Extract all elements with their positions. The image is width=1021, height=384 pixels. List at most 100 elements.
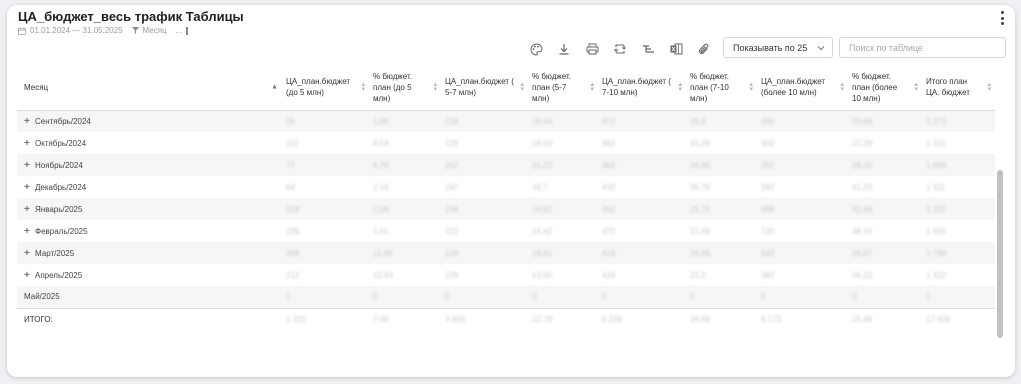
value-cell: 252 — [445, 160, 459, 170]
value-cell: 112 — [286, 138, 299, 148]
table-toolbar — [527, 39, 723, 59]
search-input[interactable] — [839, 37, 1006, 58]
value-cell: 2,59 — [373, 204, 389, 214]
value-cell: 228 — [445, 270, 459, 280]
month-label: Декабрь/2024 — [35, 182, 87, 192]
column-header[interactable]: ЦА_план.бюджет ( 5-7 млн) ▴ ▾ — [441, 65, 528, 111]
widget-subtitle: 01.01.2024 — 31.05.2025 Месяц ... — [18, 26, 188, 35]
table-row[interactable]: + Ноябрь/2024 77 6,76 252 21,22 462 34,48 352 28,… — [17, 154, 995, 176]
data-table: Месяц ▲ ЦА_план.бюджет (до 5 млн) ▴ ▾ % бюд… — [17, 65, 995, 330]
total-value-cell: 6 172 — [761, 314, 782, 324]
print-icon[interactable] — [583, 40, 601, 58]
value-cell: 432 — [602, 182, 616, 192]
kebab-menu-icon[interactable] — [999, 11, 1005, 25]
table-row[interactable]: Май/2025 0 0 0 0 0 0 0 0 0 — [17, 286, 995, 308]
value-cell: 0 — [761, 292, 766, 302]
value-cell: 302 — [761, 138, 775, 148]
attach-icon[interactable] — [695, 40, 713, 58]
sort-icon: ▴ ▾ — [987, 81, 991, 94]
expand-icon[interactable]: + — [24, 226, 33, 237]
value-cell: 21,22 — [532, 160, 553, 170]
table-row[interactable]: + Март/2025 208 11,48 228 16,41 424 26,26 642 26,… — [17, 242, 995, 264]
column-header[interactable]: Месяц ▲ — [17, 65, 282, 111]
total-value-cell: 25,46 — [852, 314, 873, 324]
palette-icon[interactable] — [527, 40, 545, 58]
value-cell: 382 — [761, 270, 775, 280]
value-cell: 26,26 — [690, 248, 711, 258]
value-cell: 720 — [761, 226, 775, 236]
month-label: Апрель/2025 — [35, 270, 83, 280]
value-cell: 35,78 — [690, 182, 711, 192]
sort-icon: ▴ ▾ — [749, 81, 753, 94]
value-cell: 0 — [373, 292, 378, 302]
value-cell: 1 311 — [926, 182, 946, 192]
sort-icon: ▴ ▾ — [840, 81, 844, 94]
value-cell: 0 — [852, 292, 857, 302]
column-header[interactable]: ЦА_план.бюджет (до 5 млн) ▴ ▾ — [282, 65, 369, 111]
column-header[interactable]: ЦА_план.бюджет ( 7-10 млн) ▴ ▾ — [598, 65, 686, 111]
month-cell: + Март/2025 — [17, 242, 282, 264]
vertical-scrollbar-thumb[interactable] — [997, 170, 1003, 338]
table-row[interactable]: + Октябрь/2024 112 8,54 228 18,59 462 33,29 302 2… — [17, 132, 995, 154]
expand-icon[interactable]: + — [24, 270, 33, 281]
expand-icon[interactable]: + — [24, 248, 33, 259]
widget-card: ЦА_бюджет_весь трафик Таблицы 01.01.2024… — [7, 5, 1015, 377]
value-cell: 8,54 — [373, 138, 389, 148]
value-cell: 0 — [926, 292, 931, 302]
value-cell: 25,75 — [690, 204, 711, 214]
value-cell: 13,55 — [532, 270, 553, 280]
value-cell: 28,32 — [852, 160, 873, 170]
value-cell: 228 — [445, 116, 459, 126]
expand-icon[interactable]: + — [24, 160, 33, 171]
column-header[interactable]: % бюджет. план (до 5 млн) ▴ ▾ — [369, 65, 441, 111]
column-header[interactable]: % бюджет. план (5-7 млн) ▴ ▾ — [528, 65, 598, 111]
total-value-cell: 7,08 — [373, 314, 389, 324]
hierarchy-icon[interactable] — [639, 40, 657, 58]
filter-label: Месяц — [142, 26, 167, 35]
column-header[interactable]: % бюджет. план (7-10 млн) ▴ ▾ — [686, 65, 757, 111]
column-header[interactable]: ЦА_план.бюджет (более 10 млн) ▴ ▾ — [757, 65, 848, 111]
expand-icon[interactable]: + — [24, 138, 33, 149]
value-cell: 0 — [445, 292, 450, 302]
expand-icon[interactable]: + — [24, 182, 33, 193]
value-cell: 238 — [286, 226, 300, 236]
column-header[interactable]: % бюджет. план (более 10 млн) ▴ ▾ — [848, 65, 922, 111]
month-cell: + Январь/2025 — [17, 198, 282, 220]
value-cell: 247 — [445, 182, 459, 192]
table-row[interactable]: + Январь/2025 218 2,59 238 14,82 262 25,75 688 32… — [17, 198, 995, 220]
column-header[interactable]: Итого план ЦА. бюджет ▴ ▾ — [922, 65, 995, 111]
value-cell: 688 — [761, 204, 775, 214]
value-cell: 228 — [445, 138, 459, 148]
calendar-icon — [18, 27, 26, 35]
date-range: 01.01.2024 — 31.05.2025 — [30, 26, 123, 35]
refresh-icon[interactable] — [611, 40, 629, 58]
rows-per-page-select[interactable]: Показывать по 25 — [723, 37, 833, 58]
value-cell: 34,48 — [690, 160, 711, 170]
total-value-cell: 3 993 — [445, 314, 466, 324]
table-body: + Сентябрь/2024 26 1,86 228 18,64 472 35,8 282 20… — [17, 110, 995, 330]
rows-per-page-label: Показывать по 25 — [733, 42, 808, 53]
value-cell: 472 — [602, 226, 616, 236]
table-row[interactable]: + Сентябрь/2024 26 1,86 228 18,64 472 35,8 282 20… — [17, 110, 995, 132]
excel-icon[interactable] — [667, 40, 685, 58]
total-value-cell: 22,78 — [532, 314, 553, 324]
sort-icon: ▴ ▾ — [361, 81, 365, 94]
data-table-container: Месяц ▲ ЦА_план.бюджет (до 5 млн) ▴ ▾ % бюд… — [17, 65, 995, 340]
value-cell: 424 — [602, 248, 616, 258]
table-row[interactable]: + Февраль/2025 238 2,01 222 14,42 472 21,49 720 4… — [17, 220, 995, 242]
table-row[interactable]: + Декабрь/2024 64 2,19 247 18,7 432 35,78 282 41,… — [17, 176, 995, 198]
value-cell: 2,19 — [373, 182, 389, 192]
value-cell: 6,76 — [373, 160, 389, 170]
month-label: Февраль/2025 — [35, 226, 88, 236]
value-cell: 33,29 — [690, 138, 711, 148]
download-icon[interactable] — [555, 40, 573, 58]
month-cell: + Октябрь/2024 — [17, 132, 282, 154]
value-cell: 16,41 — [532, 248, 553, 258]
value-cell: 18,7 — [532, 182, 548, 192]
value-cell: 12,93 — [373, 270, 394, 280]
more-filters[interactable]: ... — [176, 26, 183, 35]
expand-icon[interactable]: + — [24, 116, 33, 127]
expand-icon[interactable]: + — [24, 204, 33, 215]
table-row[interactable]: + Апрель/2025 212 12,93 228 13,55 428 22,2 382 26… — [17, 264, 995, 286]
value-cell: 26,22 — [852, 270, 873, 280]
